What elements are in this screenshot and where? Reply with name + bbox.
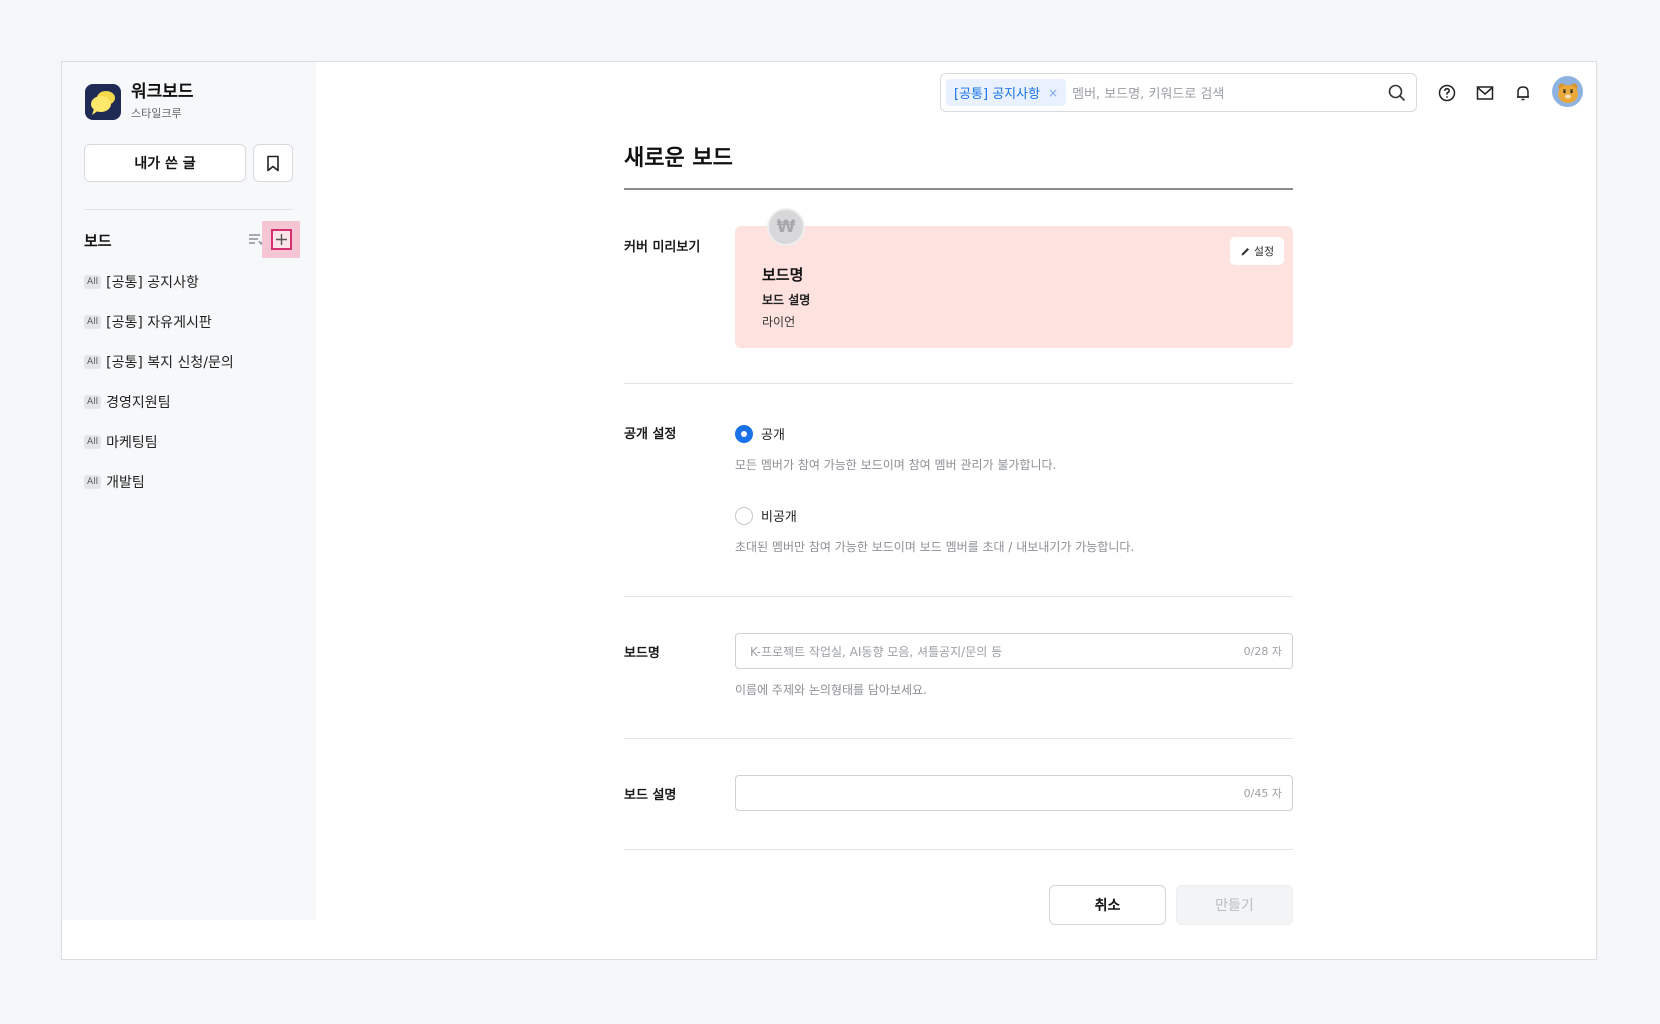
- close-icon[interactable]: ×: [1048, 86, 1058, 100]
- radio-private-label: 비공개: [761, 510, 797, 525]
- sidebar-item-management[interactable]: All 경영지원팀: [84, 382, 304, 422]
- all-badge: All: [84, 435, 102, 449]
- cover-board-owner: 라이언: [762, 315, 796, 329]
- sidebar-item-label: 개발팀: [106, 475, 145, 491]
- cancel-button[interactable]: 취소: [1049, 885, 1166, 925]
- board-desc-count: 0/45 자: [1243, 787, 1282, 800]
- workboard-logo-icon: [85, 83, 121, 120]
- sidebar-item-free-board[interactable]: All [공통] 자유게시판: [84, 302, 304, 342]
- cover-board-name: 보드명: [762, 266, 804, 284]
- chip-label: [공통] 공지사항: [954, 87, 1041, 102]
- radio-public-label: 공개: [761, 428, 785, 443]
- radio-private[interactable]: 비공개: [735, 506, 797, 525]
- sidebar-item-label: [공통] 자유게시판: [106, 315, 212, 331]
- all-badge: All: [84, 315, 102, 329]
- sidebar: 워크보드 스타일크루 내가 쓴 글 보드 All [공통] 공지사항 All […: [62, 62, 316, 920]
- board-name-count: 0/28 자: [1243, 645, 1282, 658]
- section-divider: [624, 738, 1293, 739]
- all-badge: All: [84, 275, 102, 289]
- sidebar-item-welfare[interactable]: All [공통] 복지 신청/문의: [84, 342, 304, 382]
- search-box[interactable]: [공통] 공지사항 × 멤버, 보드명, 키워드로 검색: [940, 73, 1417, 112]
- board-name-label: 보드명: [624, 646, 660, 661]
- boards-heading: 보드: [84, 232, 112, 250]
- radio-private-unchecked[interactable]: [735, 506, 753, 525]
- visibility-label: 공개 설정: [624, 427, 677, 442]
- bookmark-button[interactable]: [253, 144, 293, 182]
- all-badge: All: [84, 355, 102, 369]
- bell-icon[interactable]: [1512, 82, 1534, 104]
- sidebar-divider: [84, 209, 293, 210]
- mail-icon[interactable]: [1474, 82, 1496, 104]
- board-cover-icon: ₩: [767, 208, 805, 246]
- cover-settings-button[interactable]: 설정: [1230, 237, 1284, 265]
- cover-preview: [735, 226, 1293, 348]
- search-icon[interactable]: [1388, 84, 1406, 102]
- sidebar-item-marketing[interactable]: All 마케팅팀: [84, 422, 304, 462]
- section-divider: [624, 383, 1293, 384]
- radio-public[interactable]: 공개: [735, 424, 785, 443]
- section-divider: [624, 596, 1293, 597]
- app-window: 워크보드 스타일크루 내가 쓴 글 보드 All [공통] 공지사항 All […: [61, 61, 1597, 960]
- cover-preview-label: 커버 미리보기: [624, 240, 701, 255]
- sidebar-item-label: [공통] 공지사항: [106, 275, 199, 291]
- pencil-icon: [1241, 247, 1249, 255]
- brand-subtitle: 스타일크루: [131, 107, 182, 120]
- page-title: 새로운 보드: [624, 146, 733, 171]
- section-divider: [624, 849, 1293, 850]
- brand-name: 워크보드: [131, 82, 194, 102]
- board-name-field[interactable]: K-프로젝트 작업실, AI동향 모음, 셔틀공지/문의 등 0/28 자: [735, 633, 1293, 669]
- title-divider: [624, 188, 1293, 190]
- board-desc-label: 보드 설명: [624, 788, 677, 803]
- sidebar-item-dev[interactable]: All 개발팀: [84, 462, 304, 502]
- top-icons: [1436, 82, 1550, 104]
- search-input[interactable]: 멤버, 보드명, 키워드로 검색: [1072, 83, 1388, 102]
- search-filter-chip[interactable]: [공통] 공지사항 ×: [946, 79, 1067, 106]
- plus-icon: [275, 234, 287, 245]
- brand[interactable]: 워크보드 스타일크루: [85, 82, 194, 121]
- all-badge: All: [84, 395, 102, 409]
- board-list: All [공통] 공지사항 All [공통] 자유게시판 All [공통] 복지…: [84, 262, 304, 502]
- cover-settings-label: 설정: [1253, 245, 1275, 258]
- private-help-text: 초대된 멤버만 참여 가능한 보드이며 보드 멤버를 초대 / 내보내기가 가능…: [735, 540, 1135, 554]
- board-desc-field[interactable]: 0/45 자: [735, 775, 1293, 811]
- public-help-text: 모든 멤버가 참여 가능한 보드이며 참여 멤버 관리가 불가합니다.: [735, 458, 1057, 472]
- avatar[interactable]: [1552, 76, 1583, 107]
- sidebar-item-notice[interactable]: All [공통] 공지사항: [84, 262, 304, 302]
- radio-public-checked[interactable]: [735, 424, 753, 443]
- board-name-input[interactable]: K-프로젝트 작업실, AI동향 모음, 셔틀공지/문의 등: [750, 643, 1244, 660]
- bookmark-icon: [267, 155, 279, 171]
- help-icon[interactable]: [1436, 82, 1458, 104]
- cover-board-desc: 보드 설명: [762, 293, 811, 307]
- create-button[interactable]: 만들기: [1176, 885, 1293, 925]
- sidebar-item-label: 경영지원팀: [106, 395, 171, 411]
- board-name-help: 이름에 주제와 논의형태를 담아보세요.: [735, 683, 927, 697]
- sidebar-item-label: [공통] 복지 신청/문의: [106, 355, 234, 371]
- add-board-button[interactable]: [262, 221, 300, 258]
- sidebar-item-label: 마케팅팀: [106, 435, 158, 451]
- my-posts-button[interactable]: 내가 쓴 글: [84, 144, 246, 182]
- all-badge: All: [84, 475, 102, 489]
